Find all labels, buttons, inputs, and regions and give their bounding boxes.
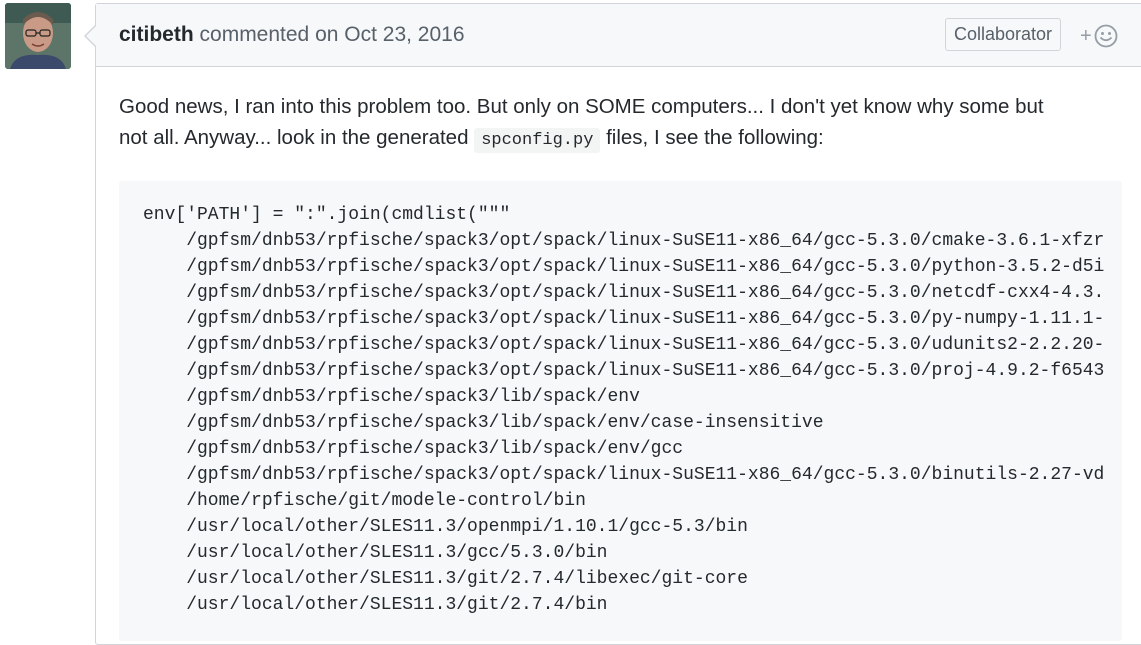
add-reaction-button[interactable]: +: [1080, 24, 1118, 48]
code-line: /gpfsm/dnb53/rpfische/spack3/lib/spack/e…: [143, 439, 684, 459]
code-block: env['PATH'] = ":".join(cmdlist(""" /gpfs…: [119, 181, 1122, 641]
paragraph-line-2-end: files, I see the following:: [600, 126, 824, 149]
code-line: /home/rpfische/git/modele-control/bin: [143, 491, 586, 511]
author-link[interactable]: citibeth: [119, 23, 194, 46]
comment-arrow-fill: [86, 26, 96, 46]
paragraph-line-2-start: not all. Anyway... look in the generated: [119, 126, 475, 149]
plus-icon: +: [1080, 24, 1092, 47]
avatar-image: [5, 3, 71, 69]
paragraph-line-1: Good news, I ran into this problem too. …: [119, 95, 1044, 118]
avatar[interactable]: [5, 3, 71, 69]
code-line: /usr/local/other/SLES11.3/git/2.7.4/libe…: [143, 569, 748, 589]
comment-date[interactable]: Oct 23, 2016: [344, 23, 464, 46]
code-line: env['PATH'] = ":".join(cmdlist(""": [143, 205, 511, 225]
code-line: /gpfsm/dnb53/rpfische/spack3/opt/spack/l…: [143, 283, 1105, 303]
code-line: /gpfsm/dnb53/rpfische/spack3/opt/spack/l…: [143, 257, 1105, 277]
collaborator-badge: Collaborator: [945, 18, 1062, 51]
comment-box: citibeth commented on Oct 23, 2016 Colla…: [95, 3, 1141, 645]
code-line: /usr/local/other/SLES11.3/git/2.7.4/bin: [143, 595, 608, 615]
smiley-icon: [1094, 24, 1118, 48]
comment-body: Good news, I ran into this problem too. …: [119, 91, 1119, 156]
code-line: /usr/local/other/SLES11.3/openmpi/1.10.1…: [143, 517, 748, 537]
comment-paragraph: Good news, I ran into this problem too. …: [119, 91, 1119, 156]
inline-code: spconfig.py: [474, 128, 601, 153]
comment-meta: citibeth commented on Oct 23, 2016: [119, 23, 465, 47]
code-line: /gpfsm/dnb53/rpfische/spack3/lib/spack/e…: [143, 413, 824, 433]
code-line: /gpfsm/dnb53/rpfische/spack3/opt/spack/l…: [143, 335, 1105, 355]
code-line: /gpfsm/dnb53/rpfische/spack3/opt/spack/l…: [143, 309, 1105, 329]
code-line: /gpfsm/dnb53/rpfische/spack3/opt/spack/l…: [143, 465, 1105, 485]
code-line: /gpfsm/dnb53/rpfische/spack3/lib/spack/e…: [143, 387, 640, 407]
code-line: /usr/local/other/SLES11.3/gcc/5.3.0/bin: [143, 543, 608, 563]
code-line: /gpfsm/dnb53/rpfische/spack3/opt/spack/l…: [143, 231, 1105, 251]
comment-action: commented on: [199, 23, 339, 46]
comment-header: citibeth commented on Oct 23, 2016 Colla…: [96, 4, 1141, 67]
code-line: /gpfsm/dnb53/rpfische/spack3/opt/spack/l…: [143, 361, 1105, 381]
